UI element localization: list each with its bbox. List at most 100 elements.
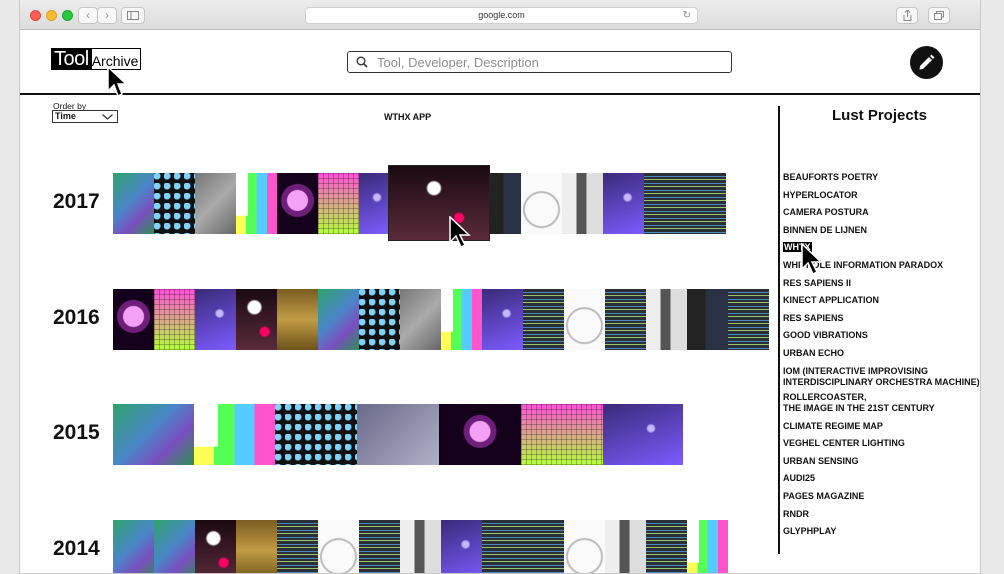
project-thumbnail[interactable] — [687, 289, 728, 350]
project-thumbnail[interactable] — [318, 289, 359, 350]
project-thumbnail-selected[interactable] — [389, 166, 489, 240]
project-thumbnail[interactable] — [113, 173, 154, 234]
project-list-item[interactable]: HYPERLOCATOR — [783, 187, 980, 205]
project-list-item[interactable]: URBAN SENSING — [783, 453, 980, 471]
arrow-cursor-icon — [801, 243, 822, 276]
reload-icon[interactable]: ↻ — [683, 8, 691, 23]
project-thumbnail[interactable] — [685, 173, 726, 234]
year-label-2014: 2014 — [53, 537, 100, 560]
project-thumbnail[interactable] — [318, 520, 359, 573]
project-thumbnail[interactable] — [562, 173, 603, 234]
project-thumbnail[interactable] — [113, 520, 154, 573]
zoom-window-button[interactable] — [62, 10, 73, 21]
project-thumbnail[interactable] — [728, 289, 769, 350]
project-list-item-label: VEGHEL CENTER LIGHTING — [783, 438, 905, 449]
search-bar[interactable] — [347, 51, 732, 73]
project-thumbnail[interactable] — [195, 289, 236, 350]
project-thumbnail[interactable] — [482, 289, 523, 350]
project-thumbnail[interactable] — [275, 404, 357, 465]
project-thumbnail[interactable] — [357, 404, 439, 465]
project-thumbnail[interactable] — [603, 173, 644, 234]
project-thumbnail[interactable] — [236, 173, 277, 234]
project-list-item[interactable]: ROLLERCOASTER, THE IMAGE IN THE 21ST CEN… — [783, 392, 980, 415]
header-divider — [20, 93, 980, 95]
project-thumbnail[interactable] — [646, 289, 687, 350]
project-list-item-label: RES SAPIENS — [783, 312, 844, 323]
project-thumbnail[interactable] — [277, 520, 318, 573]
close-window-button[interactable] — [30, 10, 41, 21]
project-thumbnail[interactable] — [523, 289, 564, 350]
project-list-item[interactable]: VEGHEL CENTER LIGHTING — [783, 435, 980, 453]
address-bar[interactable]: google.com ↻ — [305, 7, 698, 24]
project-list-item-label: URBAN ECHO — [783, 347, 845, 358]
project-thumbnail[interactable] — [113, 289, 154, 350]
selected-project-title: WTHX APP — [384, 112, 432, 122]
project-thumbnail[interactable] — [605, 520, 646, 573]
project-list-item[interactable]: GLYPHPLAY — [783, 523, 980, 541]
project-thumbnail[interactable] — [359, 520, 400, 573]
project-thumbnail[interactable] — [318, 173, 359, 234]
edit-button[interactable] — [910, 46, 943, 79]
order-by-select[interactable]: Time — [52, 110, 118, 123]
project-thumbnail[interactable] — [194, 404, 275, 465]
project-thumbnail[interactable] — [644, 173, 685, 234]
project-list-item-label: BEAUFORTS POETRY — [783, 172, 879, 182]
minimize-window-button[interactable] — [46, 10, 57, 21]
chevron-down-icon — [102, 114, 113, 120]
project-thumbnail[interactable] — [687, 520, 728, 573]
project-thumbnail[interactable] — [564, 520, 605, 573]
project-thumbnail[interactable] — [277, 173, 318, 234]
project-thumbnail[interactable] — [154, 289, 195, 350]
share-button[interactable] — [896, 7, 918, 24]
project-thumbnail[interactable] — [482, 520, 523, 573]
search-input[interactable] — [375, 53, 719, 72]
project-thumbnail[interactable] — [154, 173, 195, 234]
forward-button[interactable]: › — [97, 7, 117, 24]
project-list-item[interactable]: RNDR — [783, 506, 980, 524]
project-list-item[interactable]: PAGES MAGAZINE — [783, 488, 980, 506]
project-thumbnail[interactable] — [195, 520, 236, 573]
search-icon — [356, 56, 368, 68]
project-list-item[interactable]: BEAUFORTS POETRY — [783, 169, 980, 187]
project-list-item[interactable]: GOOD VIBRATIONS — [783, 327, 980, 345]
project-list-item[interactable]: RES SAPIENS — [783, 310, 980, 328]
sidebar-divider — [778, 106, 780, 554]
tabs-overview-button[interactable] — [928, 7, 950, 24]
pencil-icon — [919, 54, 935, 70]
project-thumbnail[interactable] — [603, 404, 683, 465]
project-thumbnail[interactable] — [605, 289, 646, 350]
project-thumbnail[interactable] — [236, 289, 277, 350]
project-thumbnail[interactable] — [154, 520, 195, 573]
project-thumbnail[interactable] — [400, 520, 441, 573]
project-list-item-label: ROLLERCOASTER, THE IMAGE IN THE 21ST CEN… — [783, 391, 935, 414]
project-list-item[interactable]: CAMERA POSTURA — [783, 204, 980, 222]
project-thumbnail[interactable] — [441, 289, 482, 350]
project-thumbnail[interactable] — [236, 520, 277, 573]
sidebar-toggle-button[interactable] — [121, 7, 145, 24]
project-list-item[interactable]: IOM (INTERACTIVE IMPROVISING INTERDISCIP… — [783, 366, 980, 389]
project-list-item[interactable]: KINECT APPLICATION — [783, 292, 980, 310]
project-list-item[interactable]: AUDI25 — [783, 470, 980, 488]
project-list-item[interactable]: BINNEN DE LIJNEN — [783, 222, 980, 240]
site-logo[interactable]: Tool Archive — [51, 48, 142, 70]
project-thumbnail[interactable] — [113, 404, 194, 465]
project-thumbnail[interactable] — [521, 173, 562, 234]
project-list-item[interactable]: URBAN ECHO — [783, 345, 980, 363]
project-thumbnail[interactable] — [523, 520, 564, 573]
project-list-item-label: CLIMATE REGIME MAP — [783, 420, 883, 431]
project-thumbnail[interactable] — [439, 404, 521, 465]
project-thumbnail[interactable] — [359, 173, 389, 234]
project-thumbnail[interactable] — [195, 173, 236, 234]
project-thumbnail[interactable] — [441, 520, 482, 573]
project-thumbnail[interactable] — [646, 520, 687, 573]
project-list-item[interactable]: RES SAPIENS II — [783, 275, 980, 293]
project-thumbnail[interactable] — [521, 404, 603, 465]
project-list-item-label: RES SAPIENS II — [783, 277, 852, 288]
project-list-item[interactable]: CLIMATE REGIME MAP — [783, 418, 980, 436]
back-button[interactable]: ‹ — [78, 7, 98, 24]
project-thumbnail[interactable] — [489, 173, 521, 234]
project-thumbnail[interactable] — [277, 289, 318, 350]
project-thumbnail[interactable] — [564, 289, 605, 350]
project-thumbnail[interactable] — [400, 289, 441, 350]
project-thumbnail[interactable] — [359, 289, 400, 350]
